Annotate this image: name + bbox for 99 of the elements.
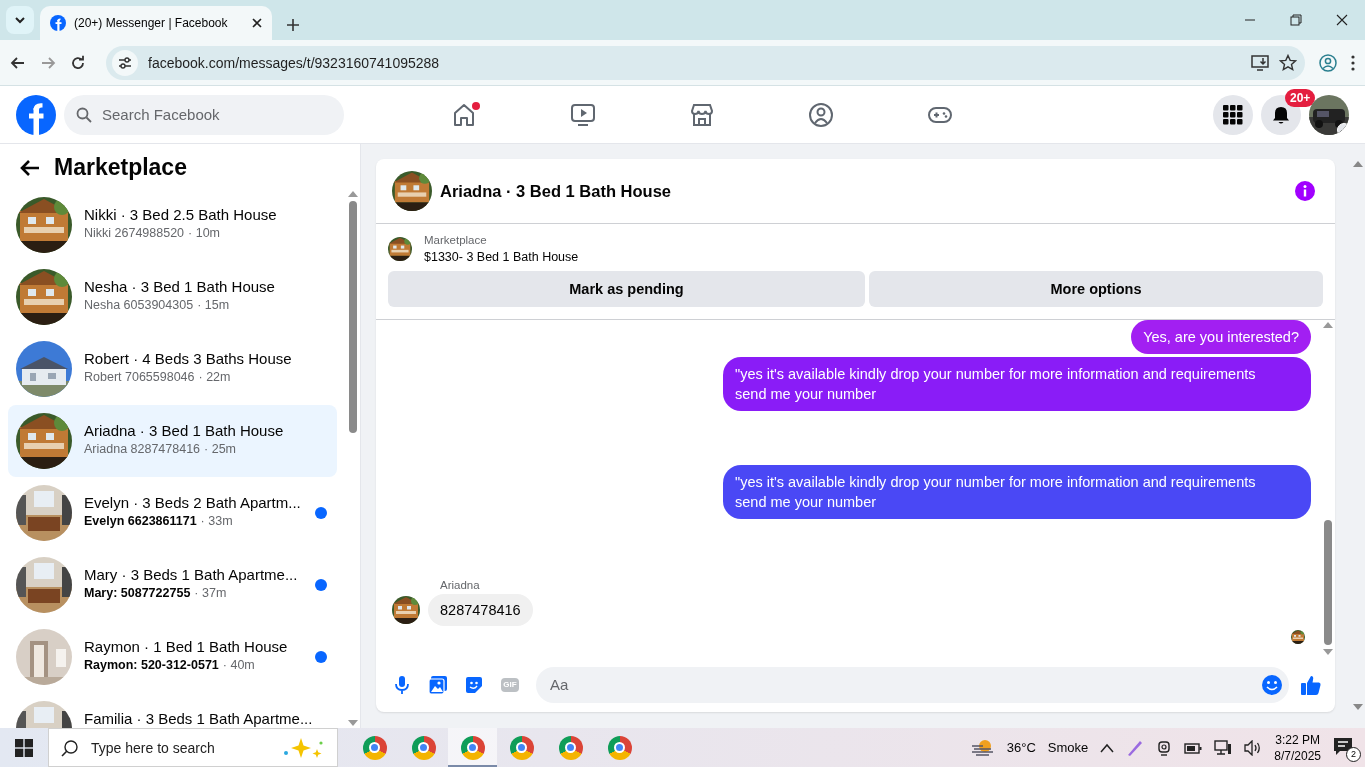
install-app-icon[interactable]	[1251, 53, 1269, 72]
timestamp: · 15m	[197, 298, 230, 312]
conversation-item[interactable]: Ariadna · 3 Bed 1 Bath House Ariadna 8287478416 · 25m	[8, 405, 337, 477]
url-text: facebook.com/messages/t/9323160741095288	[148, 54, 441, 71]
scroll-up-icon[interactable]	[1323, 322, 1333, 328]
back-icon[interactable]	[10, 54, 26, 71]
timestamp: · 25m	[204, 442, 237, 456]
haze-icon	[970, 737, 995, 758]
taskbar-search-input[interactable]: Type here to search	[89, 729, 271, 766]
reload-icon[interactable]	[70, 54, 86, 71]
conversation-title: Familia · 3 Beds 1 Bath Apartme...	[84, 710, 314, 727]
star-icon[interactable]	[1279, 53, 1297, 72]
action-button[interactable]: More options	[869, 271, 1323, 307]
windows-logo-icon	[15, 738, 33, 757]
action-button[interactable]: Mark as pending	[388, 271, 865, 307]
search-input[interactable]: Search Facebook	[100, 94, 332, 135]
conversation-title: Robert · 4 Beds 3 Baths House	[84, 350, 293, 367]
bell-icon	[1271, 104, 1291, 125]
conversation-title: Ariadna · 3 Bed 1 Bath House	[84, 422, 285, 439]
conversation-title: Raymon · 1 Bed 1 Bath House	[84, 638, 289, 655]
timestamp: · 22m	[198, 370, 231, 384]
panel-title: Marketplace	[54, 154, 187, 181]
timestamp: · 40m	[222, 658, 255, 672]
received-message: 8287478416	[428, 594, 533, 626]
account-button[interactable]	[1309, 94, 1349, 135]
weather-text: Smoke	[1047, 740, 1089, 755]
conversation-preview: Evelyn 6623861171	[84, 514, 197, 528]
conversation-title: Nesha · 3 Bed 1 Bath House	[84, 278, 276, 295]
conversation-item[interactable]: Nesha · 3 Bed 1 Bath House Nesha 6053904305 · 15m	[8, 261, 337, 333]
listing-label: Marketplace	[424, 234, 488, 246]
conversation-item[interactable]: Robert · 4 Beds 3 Baths House Robert 7065598046 · 22m	[8, 333, 337, 405]
scroll-down-icon[interactable]	[347, 720, 358, 726]
new-tab-icon[interactable]	[286, 18, 300, 32]
temperature: 36°C	[1006, 740, 1036, 755]
tab-list-button[interactable]	[6, 6, 34, 34]
sliders-icon	[118, 55, 132, 70]
sent-message: Yes, are you interested?	[1131, 320, 1311, 354]
info-icon[interactable]	[1295, 181, 1315, 201]
sent-message: "yes it's available kindly drop your number for more information and requirements send me your number	[723, 465, 1311, 519]
tab-title: (20+) Messenger | Facebook	[74, 16, 229, 30]
more-icon[interactable]	[1351, 54, 1355, 71]
conversation-preview: Mary: 5087722755	[84, 586, 191, 600]
microphone-icon[interactable]	[392, 674, 412, 695]
conversation-preview: Raymon: 520-312-0571	[84, 658, 219, 672]
message-icon	[1333, 735, 1353, 756]
sticker-icon[interactable]	[464, 674, 484, 695]
facebook-logo-icon	[50, 15, 66, 31]
search-field[interactable]: Search Facebook	[64, 94, 344, 135]
facebook-logo-icon[interactable]	[16, 94, 56, 135]
site-info-button[interactable]	[112, 49, 138, 76]
taskbar-app[interactable]	[448, 728, 497, 767]
sender-name: Ariadna	[440, 579, 480, 591]
photo-icon[interactable]	[428, 674, 448, 695]
camera-icon[interactable]	[1156, 739, 1173, 756]
timestamp: · 10m	[188, 226, 221, 240]
scroll-up-icon[interactable]	[1352, 161, 1363, 167]
forward-icon[interactable]	[40, 54, 56, 71]
chevron-up-icon[interactable]	[1100, 742, 1115, 753]
grid-icon	[1223, 104, 1243, 125]
menu-button[interactable]	[1213, 94, 1253, 135]
notification-badge: 20+	[1285, 88, 1316, 107]
conversation-preview: Nesha 6053904305	[84, 298, 194, 312]
listing-title[interactable]: $1330- 3 Bed 1 Bath House	[424, 250, 579, 264]
volume-icon[interactable]	[1244, 739, 1263, 756]
timestamp: · 37m	[194, 586, 227, 600]
conversation-item[interactable]: Nikki · 3 Bed 2.5 Bath House Nikki 2674988520 · 10m	[8, 189, 337, 261]
clock[interactable]: 3:22 PM 8/7/2025	[1274, 731, 1321, 764]
conversation-preview: Nikki 2674988520	[84, 226, 185, 240]
conversation-title: Nikki · 3 Bed 2.5 Bath House	[84, 206, 278, 223]
sparkle-icon	[281, 736, 325, 759]
conversation-preview: Robert 7065598046	[84, 370, 195, 384]
conversation-preview: Ariadna 8287478416	[84, 442, 201, 456]
battery-icon[interactable]	[1184, 740, 1203, 755]
conversation-item[interactable]: Raymon · 1 Bed 1 Bath House Raymon: 520-312-0571 · 40m	[8, 621, 337, 693]
people-icon	[806, 100, 835, 129]
conversation-title: Evelyn · 3 Beds 2 Bath Apartm...	[84, 494, 302, 511]
browser-tab[interactable]: (20+) Messenger | Facebook	[40, 6, 272, 40]
conversation-title: Mary · 3 Beds 1 Bath Apartme...	[84, 566, 299, 583]
back-arrow-icon[interactable]	[20, 158, 40, 177]
search-icon	[76, 106, 92, 123]
scroll-down-icon[interactable]	[1323, 649, 1333, 655]
scroll-down-icon[interactable]	[1352, 704, 1363, 710]
profile-icon[interactable]	[1319, 53, 1337, 72]
address-bar[interactable]: facebook.com/messages/t/9323160741095288	[106, 45, 1305, 80]
sent-message: "yes it's available kindly drop your number for more information and requirements send me your number	[723, 357, 1311, 411]
thumbs-up-icon[interactable]	[1300, 673, 1322, 696]
emoji-icon[interactable]	[1261, 673, 1283, 696]
close-icon[interactable]	[252, 18, 262, 28]
conversation-header-title: Ariadna · 3 Bed 1 Bath House	[440, 181, 673, 201]
scroll-up-icon[interactable]	[347, 191, 358, 197]
scrollbar-thumb[interactable]	[348, 201, 357, 433]
conversation-item[interactable]: Evelyn · 3 Beds 2 Bath Apartm... Evelyn 6623861171 · 33m	[8, 477, 337, 549]
search-icon	[61, 738, 79, 757]
pen-icon[interactable]	[1126, 738, 1145, 757]
taskbar-search-field[interactable]: Type here to search	[48, 728, 338, 767]
timestamp: · 33m	[200, 514, 233, 528]
scrollbar-thumb[interactable]	[1324, 520, 1332, 645]
network-icon[interactable]	[1214, 739, 1233, 756]
conversation-item[interactable]: Mary · 3 Beds 1 Bath Apartme... Mary: 5087722755 · 37m	[8, 549, 337, 621]
